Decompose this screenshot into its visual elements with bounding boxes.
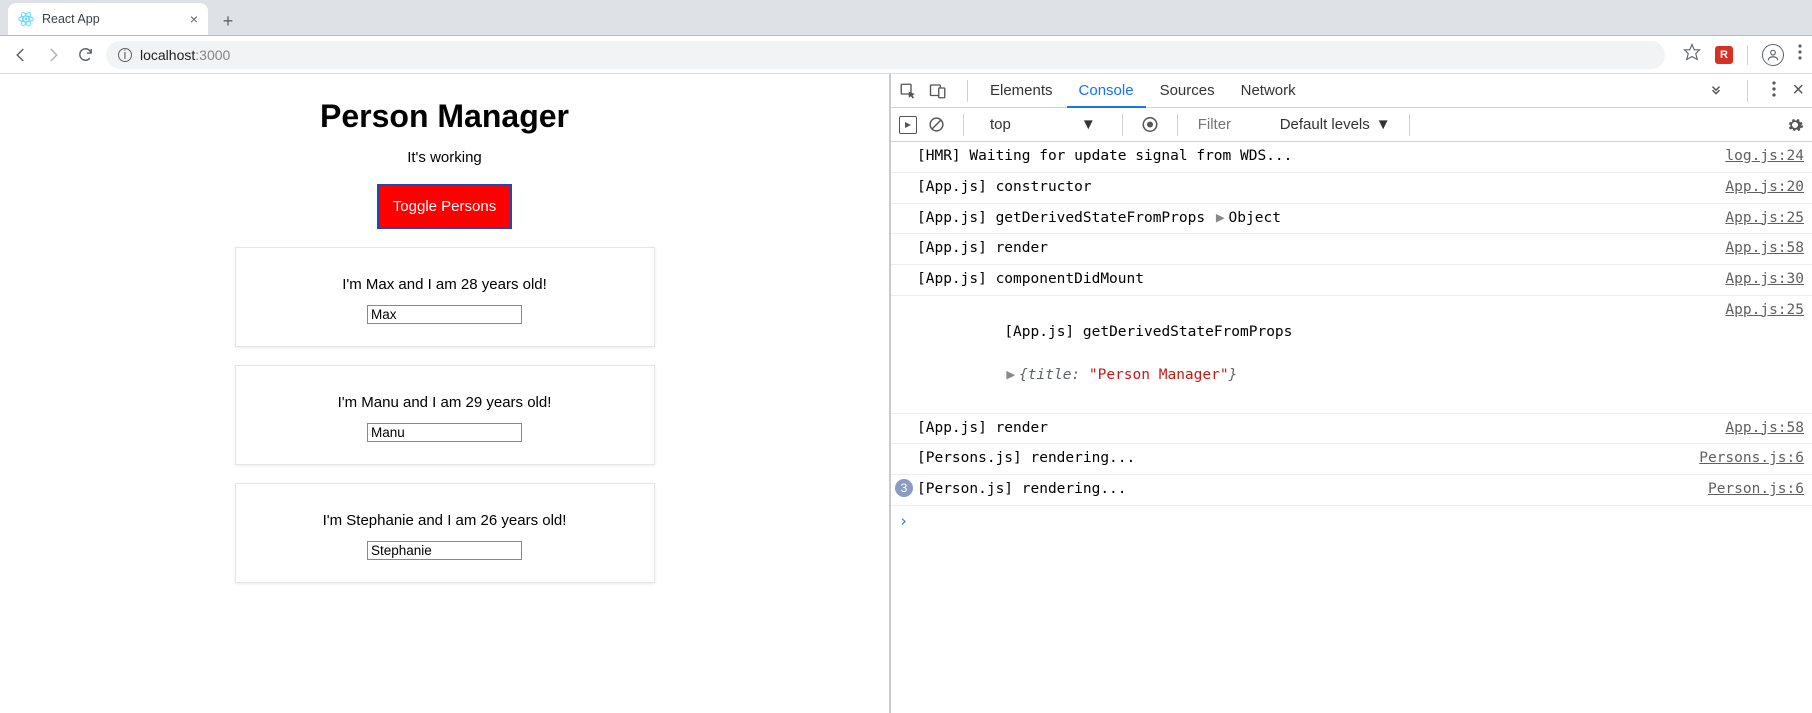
log-message: [App.js] getDerivedStateFromProps ▶Objec…	[917, 208, 1715, 230]
log-source-link[interactable]: App.js:20	[1715, 177, 1804, 199]
devtools-menu-icon[interactable]	[1772, 81, 1776, 101]
page-title: Person Manager	[0, 98, 889, 135]
console-prompt[interactable]: ›	[891, 506, 1812, 536]
person-name-input[interactable]	[367, 541, 522, 560]
reload-button[interactable]	[74, 44, 96, 66]
log-row[interactable]: [App.js] getDerivedStateFromProps ▶{titl…	[891, 296, 1812, 414]
log-message: [App.js] constructor	[917, 177, 1715, 199]
devtools-panel: Elements Console Sources Network ×	[889, 74, 1812, 713]
log-message: [Persons.js] rendering...	[917, 448, 1689, 470]
separator	[1747, 45, 1748, 65]
log-levels-select[interactable]: Default levels ▼	[1280, 116, 1391, 133]
log-row[interactable]: 3 [Person.js] rendering... Person.js:6	[891, 475, 1812, 506]
log-source-link[interactable]: Persons.js:6	[1689, 448, 1804, 470]
react-favicon-icon	[18, 11, 34, 27]
bookmark-star-icon[interactable]	[1683, 43, 1701, 66]
tab-close-icon[interactable]: ×	[190, 11, 198, 27]
console-log-list: [HMR] Waiting for update signal from WDS…	[891, 142, 1812, 713]
more-tabs-icon[interactable]	[1709, 82, 1723, 100]
log-row[interactable]: [HMR] Waiting for update signal from WDS…	[891, 142, 1812, 173]
devtools-tab-bar: Elements Console Sources Network ×	[891, 74, 1812, 108]
tab-title: React App	[42, 12, 182, 26]
person-text: I'm Stephanie and I am 26 years old!	[246, 512, 644, 529]
device-toolbar-icon[interactable]	[929, 82, 947, 100]
repeat-count-badge: 3	[895, 479, 913, 497]
chevron-down-icon: ▼	[1376, 116, 1391, 133]
console-filter-input[interactable]	[1196, 115, 1270, 134]
log-message: [Person.js] rendering...	[917, 479, 1698, 501]
log-row[interactable]: [App.js] render App.js:58	[891, 414, 1812, 445]
browser-tab[interactable]: React App ×	[8, 3, 208, 35]
tab-sources[interactable]: Sources	[1148, 74, 1227, 108]
separator	[967, 80, 968, 102]
toggle-persons-button[interactable]: Toggle Persons	[377, 184, 512, 229]
forward-button[interactable]	[42, 44, 64, 66]
chevron-down-icon: ▼	[1081, 116, 1096, 133]
log-message: [HMR] Waiting for update signal from WDS…	[917, 146, 1715, 168]
log-row[interactable]: [App.js] getDerivedStateFromProps ▶Objec…	[891, 204, 1812, 235]
console-toolbar: top ▼ Default levels ▼	[891, 108, 1812, 142]
levels-label: Default levels	[1280, 116, 1370, 133]
person-card: I'm Max and I am 28 years old!	[235, 247, 655, 347]
site-info-icon[interactable]: i	[118, 48, 132, 62]
clear-console-icon[interactable]	[927, 116, 945, 134]
url-port: :3000	[195, 47, 230, 63]
person-card: I'm Stephanie and I am 26 years old!	[235, 483, 655, 583]
toolbar: i localhost:3000 R	[0, 36, 1812, 74]
separator	[963, 114, 964, 136]
profile-avatar-icon[interactable]	[1762, 44, 1784, 66]
separator	[1177, 114, 1178, 136]
tab-console[interactable]: Console	[1067, 74, 1146, 108]
person-card: I'm Manu and I am 29 years old!	[235, 365, 655, 465]
page-subtitle: It's working	[0, 149, 889, 166]
log-row[interactable]: [App.js] render App.js:58	[891, 234, 1812, 265]
address-bar[interactable]: i localhost:3000	[106, 41, 1665, 69]
tab-strip: React App × +	[0, 0, 1812, 36]
new-tab-button[interactable]: +	[214, 7, 242, 35]
url-host: localhost	[140, 47, 195, 63]
log-source-link[interactable]: App.js:25	[1715, 300, 1804, 322]
log-source-link[interactable]: App.js:30	[1715, 269, 1804, 291]
log-message: [App.js] getDerivedStateFromProps ▶{titl…	[917, 300, 1715, 409]
log-message: [App.js] componentDidMount	[917, 269, 1715, 291]
tab-network[interactable]: Network	[1229, 74, 1308, 108]
log-row[interactable]: [Persons.js] rendering... Persons.js:6	[891, 444, 1812, 475]
log-source-link[interactable]: log.js:24	[1715, 146, 1804, 168]
expand-triangle-icon[interactable]: ▶	[1216, 210, 1225, 226]
separator	[1747, 80, 1748, 102]
log-source-link[interactable]: App.js:58	[1715, 238, 1804, 260]
expand-triangle-icon[interactable]: ▶	[1006, 367, 1015, 383]
context-label: top	[990, 116, 1011, 133]
inspect-element-icon[interactable]	[899, 82, 917, 100]
log-source-link[interactable]: App.js:58	[1715, 418, 1804, 440]
person-text: I'm Max and I am 28 years old!	[246, 276, 644, 293]
person-name-input[interactable]	[367, 423, 522, 442]
separator	[1122, 114, 1123, 136]
live-expression-icon[interactable]	[1141, 116, 1159, 134]
person-text: I'm Manu and I am 29 years old!	[246, 394, 644, 411]
log-source-link[interactable]: Person.js:6	[1698, 479, 1804, 501]
log-row[interactable]: [App.js] componentDidMount App.js:30	[891, 265, 1812, 296]
log-message: [App.js] render	[917, 418, 1715, 440]
back-button[interactable]	[10, 44, 32, 66]
log-row[interactable]: [App.js] constructor App.js:20	[891, 173, 1812, 204]
chrome-menu-icon[interactable]	[1798, 44, 1802, 65]
extension-icon[interactable]: R	[1715, 46, 1733, 64]
separator	[1409, 114, 1410, 136]
person-name-input[interactable]	[367, 305, 522, 324]
log-source-link[interactable]: App.js:25	[1715, 208, 1804, 230]
prompt-chevron-icon: ›	[899, 512, 908, 530]
log-message: [App.js] render	[917, 238, 1715, 260]
tab-elements[interactable]: Elements	[978, 74, 1065, 108]
console-settings-icon[interactable]	[1786, 116, 1804, 134]
devtools-close-icon[interactable]: ×	[1792, 79, 1804, 102]
console-sidebar-toggle-icon[interactable]	[899, 116, 917, 134]
execution-context-select[interactable]: top ▼	[982, 114, 1104, 135]
app-viewport: Person Manager It's working Toggle Perso…	[0, 74, 889, 713]
